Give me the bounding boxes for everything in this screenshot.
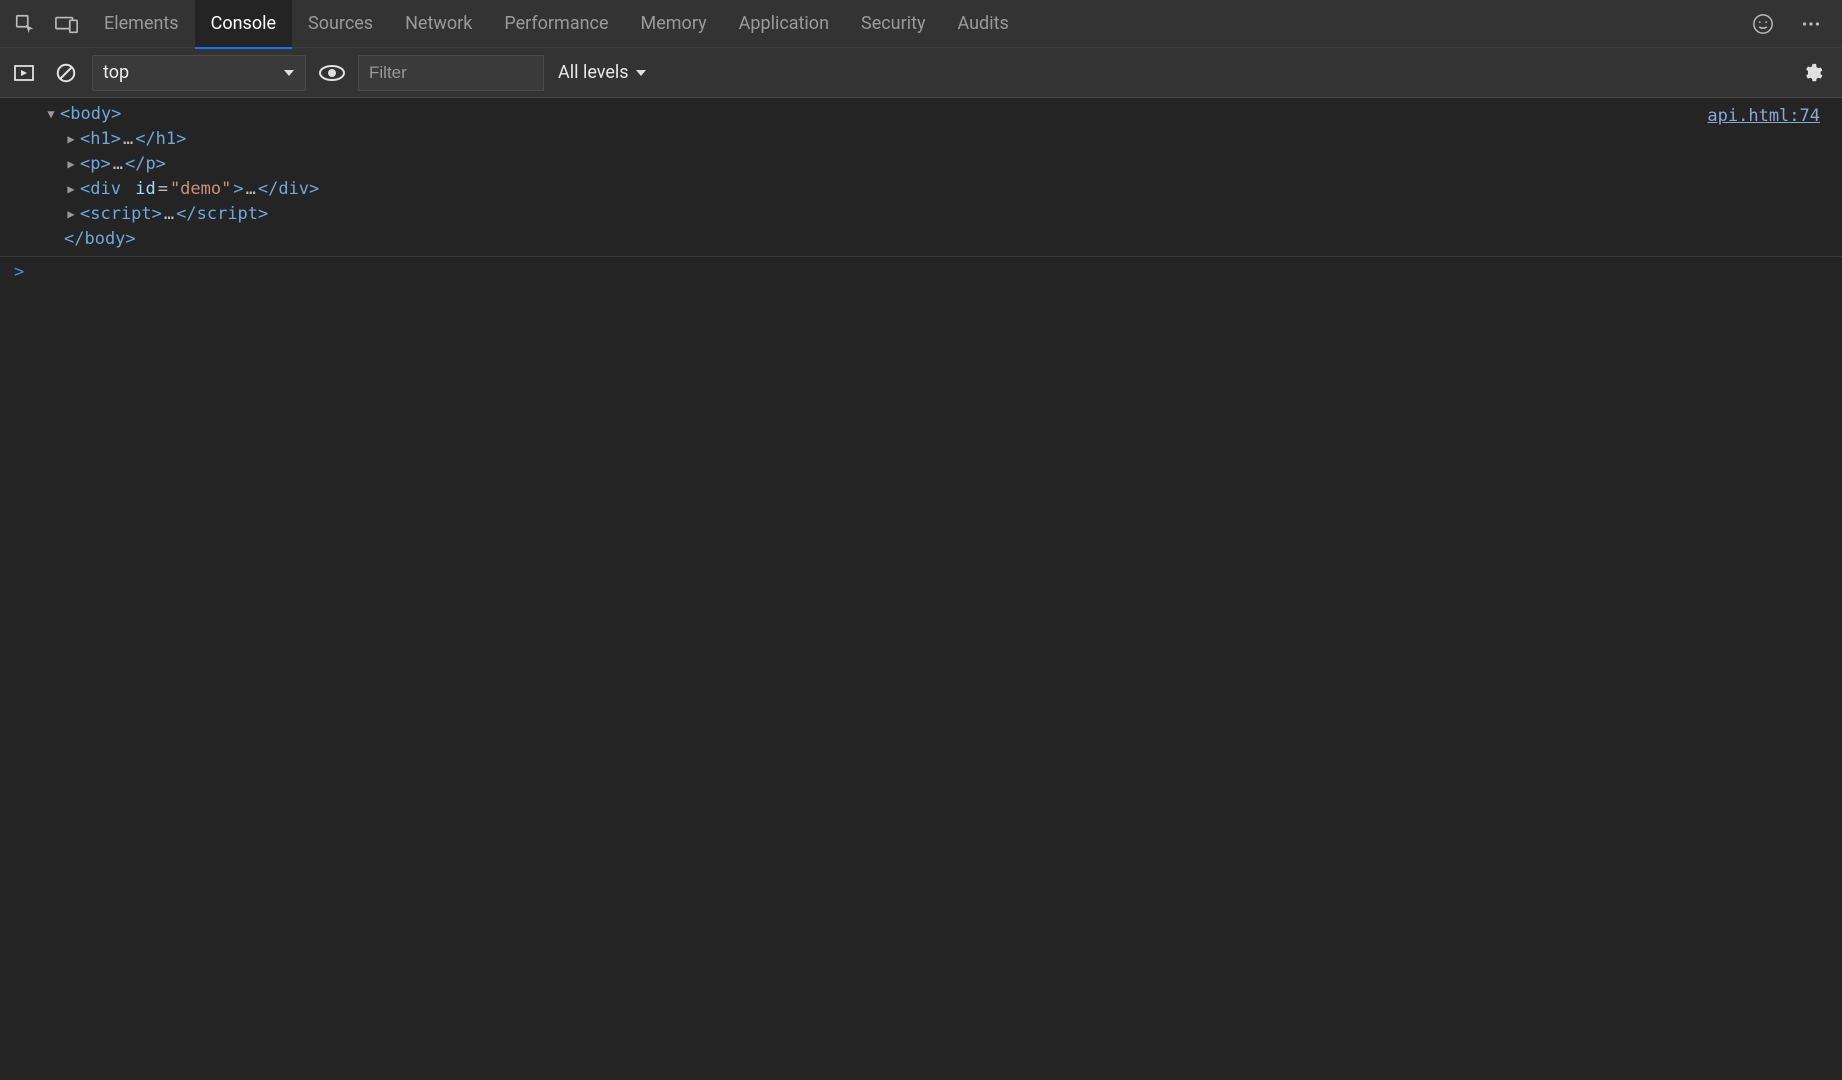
live-expression-icon[interactable] xyxy=(316,57,348,89)
console-log-area: api.html:74 ▼ <body> ▶ <h1>…</h1> ▶ <p>…… xyxy=(0,98,1842,287)
equals: = xyxy=(158,177,168,202)
expand-arrow-icon[interactable]: ▶ xyxy=(64,152,78,177)
expand-arrow-icon[interactable]: ▶ xyxy=(64,127,78,152)
log-levels-select[interactable]: All levels xyxy=(554,55,651,91)
tab-elements[interactable]: Elements xyxy=(88,0,195,48)
tag-close: </h1> xyxy=(135,127,186,152)
collapse-arrow-icon[interactable]: ▼ xyxy=(44,102,58,127)
tab-console[interactable]: Console xyxy=(195,0,292,48)
tree-node-h1[interactable]: ▶ <h1>…</h1> xyxy=(44,127,1842,152)
tab-sources[interactable]: Sources xyxy=(292,0,389,48)
log-levels-label: All levels xyxy=(558,62,629,83)
tab-security[interactable]: Security xyxy=(845,0,941,48)
ellipsis: … xyxy=(123,127,133,152)
prompt-caret-icon: > xyxy=(14,260,24,285)
devtools-top-tabs: Elements Console Sources Network Perform… xyxy=(0,0,1842,48)
tag-open: <body> xyxy=(60,102,121,127)
execution-context-value: top xyxy=(103,62,129,83)
tag-close: </body> xyxy=(64,227,136,252)
tree-node-script[interactable]: ▶ <script>…</script> xyxy=(44,202,1842,227)
tab-audits[interactable]: Audits xyxy=(941,0,1024,48)
tag-close: </div> xyxy=(258,177,319,202)
expand-arrow-icon[interactable]: ▶ xyxy=(64,177,78,202)
tree-node-body[interactable]: ▼ <body> xyxy=(44,102,1842,127)
execution-context-select[interactable]: top xyxy=(92,55,306,91)
console-settings-icon[interactable] xyxy=(1796,57,1828,89)
toggle-sidebar-icon[interactable] xyxy=(8,57,40,89)
console-toolbar: top All levels xyxy=(0,48,1842,98)
feedback-smiley-icon[interactable] xyxy=(1742,0,1784,48)
tag-open: <script> xyxy=(80,202,162,227)
filter-input[interactable] xyxy=(358,55,544,91)
device-toolbar-icon[interactable] xyxy=(46,0,88,48)
tree-node-p[interactable]: ▶ <p>…</p> xyxy=(44,152,1842,177)
inspect-element-icon[interactable] xyxy=(4,0,46,48)
tab-network[interactable]: Network xyxy=(389,0,488,48)
tag-open: <p> xyxy=(80,152,111,177)
more-options-icon[interactable] xyxy=(1790,0,1832,48)
expand-arrow-icon[interactable]: ▶ xyxy=(64,202,78,227)
tag-open: <h1> xyxy=(80,127,121,152)
tree-node-div[interactable]: ▶ <div id="demo">…</div> xyxy=(44,177,1842,202)
tag-close: </p> xyxy=(125,152,166,177)
tree-node-body-close: </body> xyxy=(44,227,1842,252)
tab-application[interactable]: Application xyxy=(723,0,845,48)
log-entry: api.html:74 ▼ <body> ▶ <h1>…</h1> ▶ <p>…… xyxy=(0,98,1842,257)
ellipsis: … xyxy=(164,202,174,227)
tag-open: <div xyxy=(80,177,121,202)
chevron-down-icon xyxy=(283,67,295,79)
tag-open-end: > xyxy=(233,177,243,202)
chevron-down-icon xyxy=(635,67,647,79)
console-prompt[interactable]: > xyxy=(0,257,1842,287)
ellipsis: … xyxy=(246,177,256,202)
tab-performance[interactable]: Performance xyxy=(488,0,624,48)
dom-tree: ▼ <body> ▶ <h1>…</h1> ▶ <p>…</p> ▶ <div … xyxy=(0,102,1842,252)
source-link[interactable]: api.html:74 xyxy=(1707,104,1820,129)
tag-close: </script> xyxy=(176,202,268,227)
attr-value: "demo" xyxy=(170,177,231,202)
tab-memory[interactable]: Memory xyxy=(625,0,723,48)
clear-console-icon[interactable] xyxy=(50,57,82,89)
ellipsis: … xyxy=(113,152,123,177)
attr-name: id xyxy=(135,177,155,202)
